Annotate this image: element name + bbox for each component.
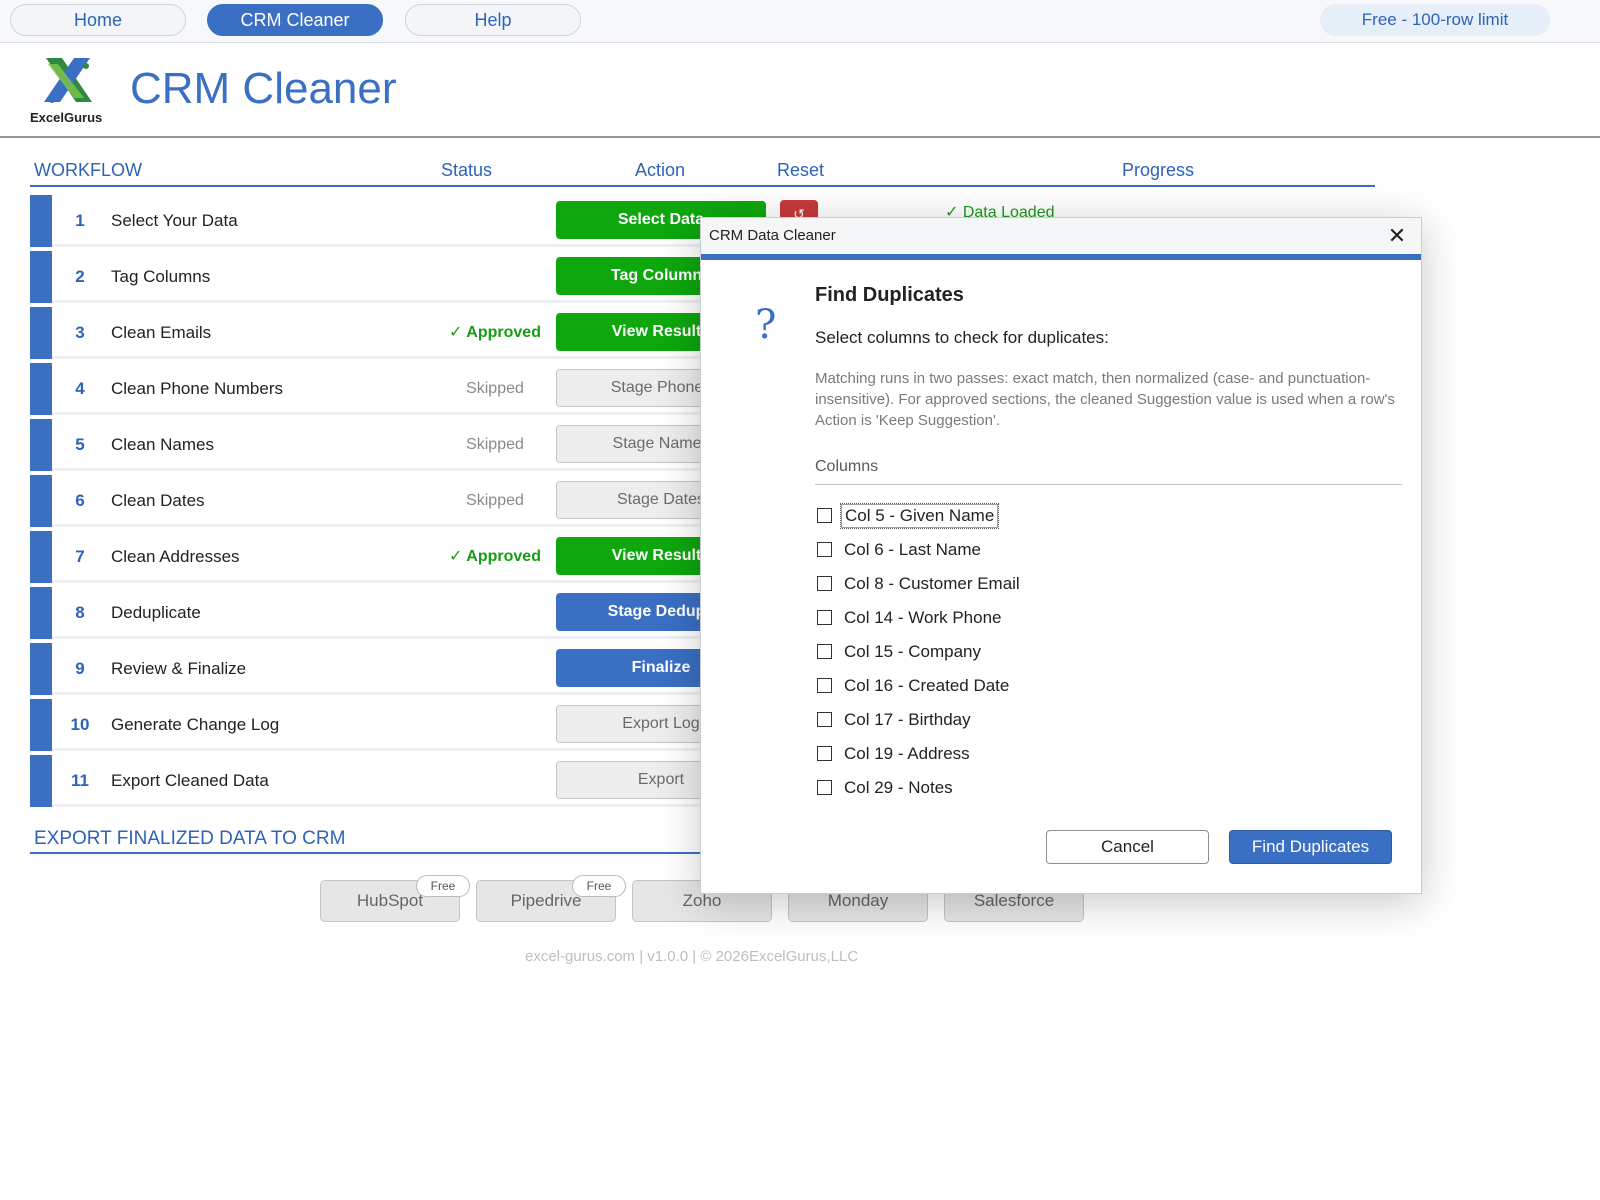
nav-crm-cleaner-button[interactable]: CRM Cleaner <box>207 4 383 36</box>
export-section-title: EXPORT FINALIZED DATA TO CRM <box>34 828 346 849</box>
export-divider <box>30 852 720 854</box>
step-label: Clean Dates <box>111 491 205 510</box>
checkbox-label: Col 15 - Company <box>844 642 982 661</box>
checkbox-label: Col 5 - Given Name <box>839 503 1000 529</box>
workflow-divider <box>30 185 1375 187</box>
checkbox-unchecked-icon[interactable] <box>817 508 832 523</box>
step-number: 7 <box>75 547 85 566</box>
page-title: CRM Cleaner <box>130 64 397 113</box>
workflow-row: 5 Clean Names Skipped Stage Names <box>30 419 766 471</box>
workflow-row: 11 Export Cleaned Data Export <box>30 755 766 807</box>
workflow-header: WORKFLOW <box>34 160 142 180</box>
footer-text: excel-gurus.com | v1.0.0 | © 2026ExcelGu… <box>525 948 859 965</box>
column-checkbox[interactable]: Col 14 - Work Phone <box>817 605 1377 633</box>
step-number: 10 <box>70 715 90 734</box>
checkbox-unchecked-icon[interactable] <box>817 644 832 659</box>
workflow-row: 7 Clean Addresses ✓ Approved View Result… <box>30 531 766 583</box>
workflow-row: 3 Clean Emails ✓ Approved View Results <box>30 307 766 359</box>
header-divider <box>0 136 1600 138</box>
nav-home-button[interactable]: Home <box>10 4 186 36</box>
column-checkbox[interactable]: Col 16 - Created Date <box>817 673 1377 701</box>
dialog-title: CRM Data Cleaner <box>709 227 836 244</box>
step-label: Tag Columns <box>111 267 211 286</box>
reset-header: Reset <box>777 160 825 180</box>
column-checkbox[interactable]: Col 15 - Company <box>817 639 1377 667</box>
step-label: Select Your Data <box>111 211 238 230</box>
workflow-row: 8 Deduplicate Stage Dedupe <box>30 587 766 639</box>
column-checkbox[interactable]: Col 19 - Address <box>817 741 1377 769</box>
step-number: 11 <box>71 771 89 790</box>
action-header: Action <box>635 160 686 180</box>
dialog-description: Matching runs in two passes: exact match… <box>815 370 1395 429</box>
progress-header: Progress <box>1122 160 1195 180</box>
checkbox-label: Col 8 - Customer Email <box>844 574 1020 593</box>
step-label: Clean Addresses <box>111 547 240 566</box>
checkbox-unchecked-icon[interactable] <box>817 576 832 591</box>
workflow-row: 10 Generate Change Log Export Log <box>30 699 766 751</box>
column-checkbox[interactable]: Col 17 - Birthday <box>817 707 1377 735</box>
dialog-accent-bar <box>701 254 1421 260</box>
workflow-row: 9 Review & Finalize Finalize <box>30 643 766 695</box>
find-duplicates-dialog: CRM Data Cleaner ✕ ? Find Duplicates Sel… <box>700 217 1422 894</box>
workflow-row: 4 Clean Phone Numbers Skipped Stage Phon… <box>30 363 766 415</box>
free-badge: Free <box>572 875 626 897</box>
cancel-button[interactable]: Cancel <box>1046 830 1209 864</box>
checkbox-label: Col 14 - Work Phone <box>844 608 1002 627</box>
top-nav-bar: Home CRM Cleaner Help Free - 100-row lim… <box>0 0 1600 43</box>
step-label: Clean Names <box>111 435 214 454</box>
find-duplicates-button[interactable]: Find Duplicates <box>1229 830 1392 864</box>
step-number: 8 <box>75 603 85 622</box>
logo-text: ExcelGurus <box>30 110 103 125</box>
checkbox-label: Col 16 - Created Date <box>844 676 1010 695</box>
checkbox-unchecked-icon[interactable] <box>817 780 832 795</box>
status-header: Status <box>441 160 493 180</box>
checkbox-unchecked-icon[interactable] <box>817 712 832 727</box>
step-number: 1 <box>75 211 85 230</box>
step-number: 5 <box>75 435 85 454</box>
plan-badge: Free - 100-row limit <box>1320 4 1550 36</box>
dialog-heading: Find Duplicates <box>815 284 964 306</box>
columns-header: Columns <box>815 458 879 475</box>
dialog-titlebar: CRM Data Cleaner ✕ <box>701 218 1421 254</box>
checkbox-unchecked-icon[interactable] <box>817 678 832 693</box>
step-label: Clean Phone Numbers <box>111 379 283 398</box>
step-label: Generate Change Log <box>111 715 280 734</box>
columns-divider <box>815 484 1402 485</box>
step-label: Deduplicate <box>111 603 201 622</box>
column-checkbox[interactable]: Col 8 - Customer Email <box>817 571 1377 599</box>
step-number: 2 <box>75 267 85 286</box>
checkbox-label: Col 17 - Birthday <box>844 710 971 729</box>
checkbox-unchecked-icon[interactable] <box>817 610 832 625</box>
column-checkbox[interactable]: Col 29 - Notes <box>817 775 1377 803</box>
close-icon[interactable]: ✕ <box>1385 224 1409 248</box>
question-icon: ? <box>755 302 777 348</box>
column-checkbox[interactable]: Col 5 - Given Name <box>817 503 1377 531</box>
dialog-prompt: Select columns to check for duplicates: <box>815 328 1109 347</box>
step-label: Clean Emails <box>111 323 212 342</box>
checkbox-unchecked-icon[interactable] <box>817 542 832 557</box>
checkbox-label: Col 29 - Notes <box>844 778 953 797</box>
step-number: 9 <box>75 659 85 678</box>
nav-help-button[interactable]: Help <box>405 4 581 36</box>
checkbox-unchecked-icon[interactable] <box>817 746 832 761</box>
workflow-row: 6 Clean Dates Skipped Stage Dates <box>30 475 766 527</box>
free-badge: Free <box>416 875 470 897</box>
workflow-row: 1 Select Your Data Select Data <box>30 195 766 247</box>
step-number: 4 <box>75 379 85 398</box>
step-label: Review & Finalize <box>111 659 247 678</box>
checkbox-label: Col 6 - Last Name <box>844 540 981 559</box>
workflow-row: 2 Tag Columns Tag Columns <box>30 251 766 303</box>
column-checkbox[interactable]: Col 6 - Last Name <box>817 537 1377 565</box>
step-number: 3 <box>75 323 85 342</box>
step-label: Export Cleaned Data <box>111 771 269 790</box>
step-number: 6 <box>75 491 85 510</box>
checkbox-label: Col 19 - Address <box>844 744 970 763</box>
